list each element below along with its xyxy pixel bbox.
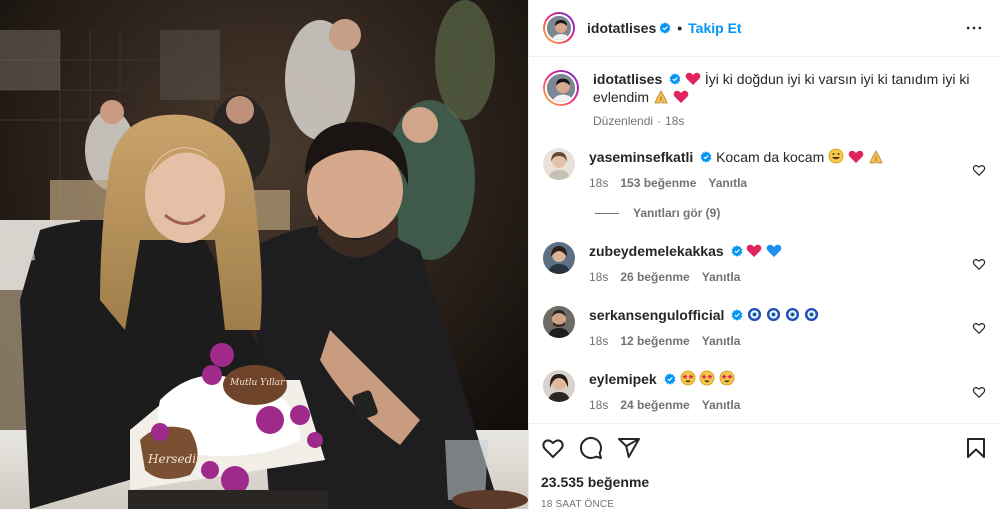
comment-avatar[interactable] <box>543 370 575 402</box>
comment-avatar-image <box>543 370 575 402</box>
share-send-icon[interactable] <box>617 436 641 460</box>
like-comment-heart-icon[interactable] <box>972 321 986 335</box>
more-options-icon <box>966 26 982 30</box>
replies-divider <box>595 212 619 214</box>
caption-username[interactable]: idotatlises <box>593 71 662 87</box>
verified-badge-icon <box>731 245 742 257</box>
star-struck-icon <box>719 370 735 386</box>
post-photo[interactable]: Hersedim Mutlu Yıllar <box>0 0 528 509</box>
post-photo-image: Hersedim Mutlu Yıllar <box>0 0 528 509</box>
post-details-panel: idotatlises • Takip Et idotatlises İyi k… <box>528 0 1000 509</box>
caption-author-avatar[interactable] <box>543 70 579 106</box>
comment-time[interactable]: 18s <box>589 396 608 414</box>
nazar-amulet-icon <box>767 307 781 322</box>
comment-username[interactable]: yaseminsefkatli <box>589 149 693 165</box>
red-heart-icon <box>848 150 864 163</box>
star-struck-icon <box>680 370 695 386</box>
comment-username[interactable]: eylemipek <box>589 371 657 387</box>
comment-time[interactable]: 18s <box>589 268 608 286</box>
edited-time: 18s <box>665 114 685 128</box>
comment-avatar-image <box>543 242 575 274</box>
verified-badge-icon <box>664 373 676 385</box>
comment-bubble-icon[interactable] <box>579 436 603 460</box>
grinning-face-icon <box>828 148 844 164</box>
verified-badge-icon <box>669 73 681 85</box>
save-bookmark-icon[interactable] <box>964 436 988 460</box>
author-avatar-image <box>547 16 571 40</box>
edited-label: Düzenlendi <box>593 114 654 128</box>
red-heart-icon <box>685 72 701 85</box>
red-heart-icon <box>673 90 689 103</box>
post-caption: idotatlises İyi ki doğdun iyi ki varsın … <box>543 70 986 130</box>
follow-button[interactable]: Takip Et <box>688 20 741 36</box>
reply-button[interactable]: Yanıtla <box>702 396 741 414</box>
view-replies-label: Yanıtları gör (9) <box>633 206 721 220</box>
post-timestamp[interactable]: 18 SAAT ÖNCE <box>541 499 988 509</box>
like-comment-heart-icon[interactable] <box>972 257 986 271</box>
header-separator: • <box>677 20 683 36</box>
like-heart-icon[interactable] <box>541 436 565 460</box>
verified-badge-icon <box>659 22 671 34</box>
comment-likes[interactable]: 153 beğenme <box>620 174 696 192</box>
nazar-amulet-icon <box>748 307 762 322</box>
star-struck-icon <box>699 370 715 386</box>
reply-button[interactable]: Yanıtla <box>702 268 741 286</box>
comment-item: serkansengulofficial 18s 12 beğenme Yanı… <box>543 306 986 350</box>
comment-likes[interactable]: 24 beğenme <box>620 396 689 414</box>
red-heart-icon <box>747 244 762 257</box>
folded-hands-icon <box>869 150 883 164</box>
like-comment-heart-icon[interactable] <box>972 385 986 399</box>
post-actions: 23.535 beğenme 18 SAAT ÖNCE <box>529 423 1000 509</box>
post-header: idotatlises • Takip Et <box>529 0 1000 57</box>
reply-button[interactable]: Yanıtla <box>702 332 741 350</box>
cake-text-2: Mutlu Yıllar <box>229 378 285 388</box>
view-replies-button[interactable]: Yanıtları gör (9) <box>595 206 986 220</box>
post-modal: Hersedim Mutlu Yıllar idotatlises • Taki… <box>0 0 1000 509</box>
author-username[interactable]: idotatlises <box>587 20 656 36</box>
nazar-amulet-icon <box>804 307 818 322</box>
comment-likes[interactable]: 12 beğenme <box>620 332 689 350</box>
comment-time[interactable]: 18s <box>589 332 608 350</box>
cake-text-1: Hersedim <box>147 452 207 466</box>
folded-hands-icon <box>654 90 668 104</box>
comment-time[interactable]: 18s <box>589 174 608 192</box>
reply-button[interactable]: Yanıtla <box>708 174 747 192</box>
comment-item: eylemipek 18s 24 beğenme Yanıtla <box>543 370 986 414</box>
more-options-button[interactable] <box>962 16 986 40</box>
comment-likes[interactable]: 26 beğenme <box>620 268 689 286</box>
comments-section[interactable]: idotatlises İyi ki doğdun iyi ki varsın … <box>529 58 1000 422</box>
like-comment-heart-icon[interactable] <box>972 163 986 177</box>
edited-separator: · <box>657 114 662 128</box>
comment-avatar-image <box>543 148 575 180</box>
verified-badge-icon <box>731 309 743 321</box>
nazar-amulet-icon <box>785 307 800 322</box>
author-avatar[interactable] <box>543 12 575 44</box>
comment-username[interactable]: zubeydemelekakkas <box>589 243 724 259</box>
caption-author-avatar-image <box>547 74 575 102</box>
comment-avatar[interactable] <box>543 242 575 274</box>
comment-text: Kocam da kocam <box>716 149 825 165</box>
blue-heart-icon <box>766 244 782 257</box>
comment-avatar[interactable] <box>543 306 575 338</box>
comment-username[interactable]: serkansengulofficial <box>589 307 724 323</box>
comment-avatar-image <box>543 306 575 338</box>
likes-count[interactable]: 23.535 beğenme <box>541 474 988 490</box>
comment-item: zubeydemelekakkas 18s 26 beğenme Yanıtla <box>543 242 986 286</box>
comment-item: yaseminsefkatli Kocam da kocam 18s 153 b… <box>543 148 986 192</box>
verified-badge-icon <box>700 151 712 163</box>
comment-avatar[interactable] <box>543 148 575 180</box>
